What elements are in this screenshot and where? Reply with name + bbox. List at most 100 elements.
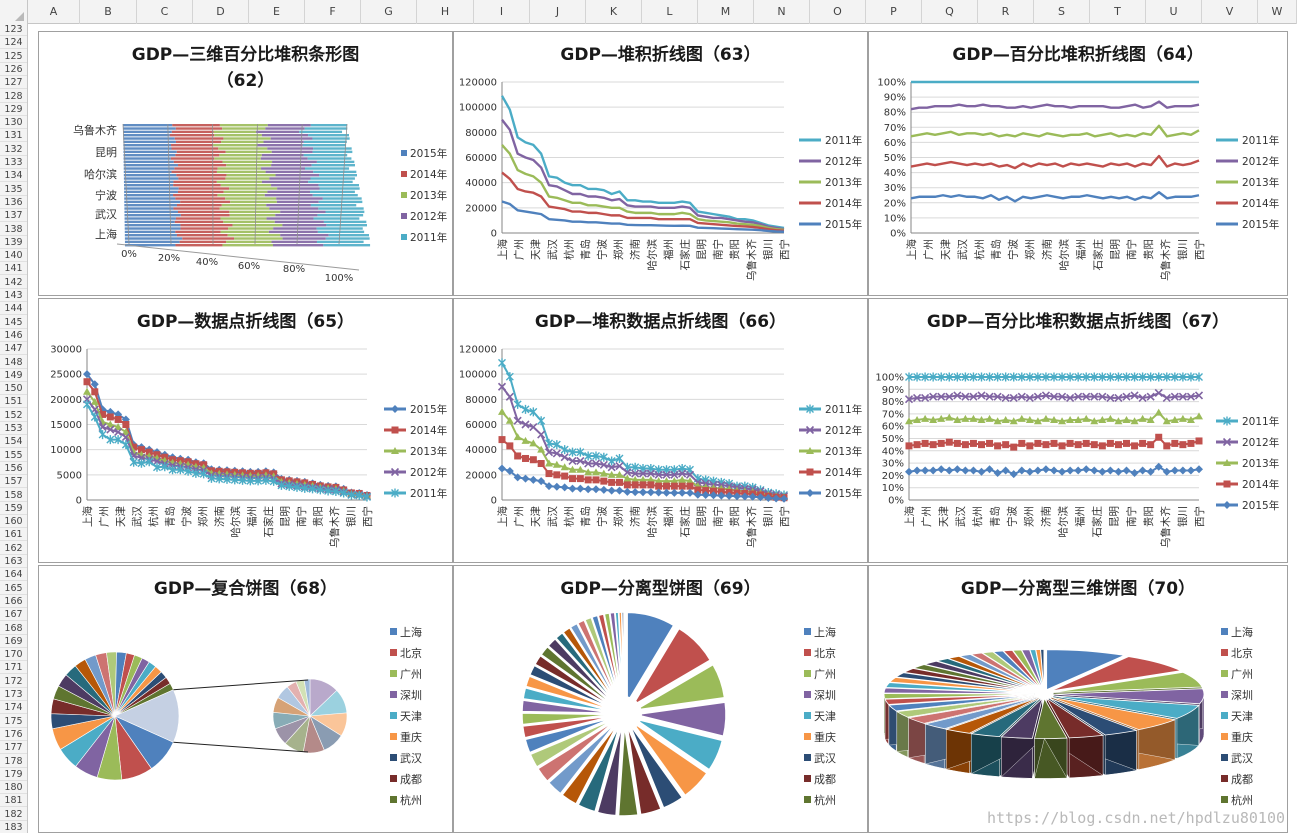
- column-header-r[interactable]: R: [978, 0, 1034, 24]
- row-header-175[interactable]: 175: [0, 716, 27, 728]
- row-header-129[interactable]: 129: [0, 104, 27, 116]
- chart-stacked-marker-line[interactable]: 0 20000 40000 60000 80000 100000 120000 上海 广州 天津武…: [453, 298, 868, 563]
- row-header-155[interactable]: 155: [0, 450, 27, 462]
- column-header-w[interactable]: W: [1258, 0, 1297, 24]
- row-header-180[interactable]: 180: [0, 782, 27, 795]
- row-header-146[interactable]: 146: [0, 330, 27, 342]
- row-header-142[interactable]: 142: [0, 277, 27, 289]
- chart-marker-line[interactable]: 0 5000 10000 15000 20000 25000 30000 上海 广州 天津 武汉 杭州…: [38, 298, 453, 563]
- row-header-124[interactable]: 124: [0, 37, 27, 50]
- column-header-t[interactable]: T: [1090, 0, 1146, 24]
- chart-stacked-line[interactable]: 0 20000 40000 60000 80000 100000 120000 上海 广州 天津武…: [453, 31, 868, 296]
- column-header-b[interactable]: B: [80, 0, 137, 24]
- column-header-v[interactable]: V: [1202, 0, 1258, 24]
- column-header-g[interactable]: G: [361, 0, 417, 24]
- row-header-170[interactable]: 170: [0, 649, 27, 662]
- chart-pie-of-pie[interactable]: 上海 北京 广州 深圳 天津 重庆 武汉 成都 杭州 GDP—复合饼图（68）: [38, 565, 453, 833]
- row-header-147[interactable]: 147: [0, 343, 27, 356]
- row-header-125[interactable]: 125: [0, 51, 27, 63]
- row-header-168[interactable]: 168: [0, 623, 27, 635]
- chart-3d-percent-stacked-bar[interactable]: 0% 20% 40% 60% 80% 100% 乌鲁木齐 昆明 哈尔滨 宁波 武汉 上海 2015年 20…: [38, 31, 453, 296]
- row-header-174[interactable]: 174: [0, 702, 27, 715]
- row-header-138[interactable]: 138: [0, 224, 27, 236]
- row-header-150[interactable]: 150: [0, 383, 27, 396]
- row-header-160[interactable]: 160: [0, 516, 27, 529]
- column-header-p[interactable]: P: [866, 0, 922, 24]
- row-header-178[interactable]: 178: [0, 756, 27, 768]
- column-header-s[interactable]: S: [1034, 0, 1090, 24]
- column-header-o[interactable]: O: [810, 0, 866, 24]
- row-header-153[interactable]: 153: [0, 423, 27, 435]
- row-header-181[interactable]: 181: [0, 795, 27, 808]
- row-header-182[interactable]: 182: [0, 809, 27, 821]
- row-header-173[interactable]: 173: [0, 689, 27, 701]
- row-header-133[interactable]: 133: [0, 157, 27, 169]
- row-header-164[interactable]: 164: [0, 569, 27, 582]
- chart-percent-stacked-line[interactable]: 0% 10% 20% 30% 40% 50% 60% 70% 80% 90% 100% 上海 广州 天津武…: [868, 31, 1288, 296]
- column-header-k[interactable]: K: [586, 0, 642, 24]
- bar-segment: [173, 184, 221, 187]
- row-header-183[interactable]: 183: [0, 822, 27, 833]
- column-header-h[interactable]: H: [417, 0, 474, 24]
- row-header-158[interactable]: 158: [0, 490, 27, 502]
- row-header-166[interactable]: 166: [0, 596, 27, 608]
- row-header-159[interactable]: 159: [0, 503, 27, 515]
- bar-segment: [305, 167, 350, 170]
- column-header-u[interactable]: U: [1146, 0, 1202, 24]
- row-header-137[interactable]: 137: [0, 210, 27, 223]
- row-header-167[interactable]: 167: [0, 609, 27, 622]
- row-header-136[interactable]: 136: [0, 197, 27, 209]
- row-header-141[interactable]: 141: [0, 263, 27, 276]
- select-all-button[interactable]: [0, 0, 28, 24]
- row-header-149[interactable]: 149: [0, 370, 27, 382]
- column-header-l[interactable]: L: [642, 0, 698, 24]
- row-header-135[interactable]: 135: [0, 184, 27, 196]
- row-header-152[interactable]: 152: [0, 410, 27, 422]
- row-header-127[interactable]: 127: [0, 77, 27, 90]
- row-header-171[interactable]: 171: [0, 662, 27, 675]
- row-header-169[interactable]: 169: [0, 636, 27, 648]
- row-header-179[interactable]: 179: [0, 769, 27, 781]
- row-header-140[interactable]: 140: [0, 250, 27, 263]
- row-header-130[interactable]: 130: [0, 117, 27, 130]
- column-header-f[interactable]: F: [305, 0, 361, 24]
- chart-percent-stacked-marker-line[interactable]: 0% 10% 20% 30% 40% 50% 60% 70% 80% 90% 100% 上海 广州 天津武…: [868, 298, 1288, 563]
- column-header-d[interactable]: D: [193, 0, 249, 24]
- column-header-n[interactable]: N: [754, 0, 810, 24]
- row-header-145[interactable]: 145: [0, 317, 27, 329]
- column-header-q[interactable]: Q: [922, 0, 978, 24]
- row-header-139[interactable]: 139: [0, 237, 27, 249]
- row-header-123[interactable]: 123: [0, 24, 27, 36]
- row-header-128[interactable]: 128: [0, 91, 27, 103]
- column-header-c[interactable]: C: [137, 0, 193, 24]
- row-header-131[interactable]: 131: [0, 130, 27, 143]
- column-header-m[interactable]: M: [698, 0, 754, 24]
- spreadsheet-area: ABCDEFGHIJKLMNOPQRSTUVW 123 124 125 126 127 1…: [0, 0, 1297, 833]
- row-header-148[interactable]: 148: [0, 357, 27, 369]
- row-header-165[interactable]: 165: [0, 583, 27, 595]
- row-header-157[interactable]: 157: [0, 476, 27, 489]
- row-header-177[interactable]: 177: [0, 742, 27, 755]
- column-header-a[interactable]: A: [28, 0, 80, 24]
- row-header-176[interactable]: 176: [0, 729, 27, 741]
- data-marker: [498, 407, 506, 415]
- row-header-144[interactable]: 144: [0, 303, 27, 316]
- row-header-163[interactable]: 163: [0, 556, 27, 568]
- row-header-156[interactable]: 156: [0, 463, 27, 475]
- legend-label: 2011年: [825, 403, 862, 416]
- row-header-162[interactable]: 162: [0, 543, 27, 555]
- row-header-134[interactable]: 134: [0, 170, 27, 183]
- row-header-126[interactable]: 126: [0, 64, 27, 76]
- column-header-e[interactable]: E: [249, 0, 305, 24]
- chart-exploded-pie[interactable]: 上海 北京 广州 深圳 天津 重庆 武汉 成都 杭州 GDP—分离型饼图（69）: [453, 565, 868, 833]
- row-header-154[interactable]: 154: [0, 436, 27, 449]
- data-marker: [608, 478, 616, 486]
- chart-exploded-3d-pie[interactable]: 上海 北京 广州 深圳 天津 重庆 武汉 成都 杭州 GDP—分离型三维饼图（70）: [868, 565, 1288, 833]
- row-header-161[interactable]: 161: [0, 529, 27, 542]
- column-header-i[interactable]: I: [474, 0, 530, 24]
- row-header-132[interactable]: 132: [0, 144, 27, 156]
- row-header-172[interactable]: 172: [0, 676, 27, 688]
- row-header-151[interactable]: 151: [0, 396, 27, 409]
- column-header-j[interactable]: J: [530, 0, 586, 24]
- row-header-143[interactable]: 143: [0, 290, 27, 302]
